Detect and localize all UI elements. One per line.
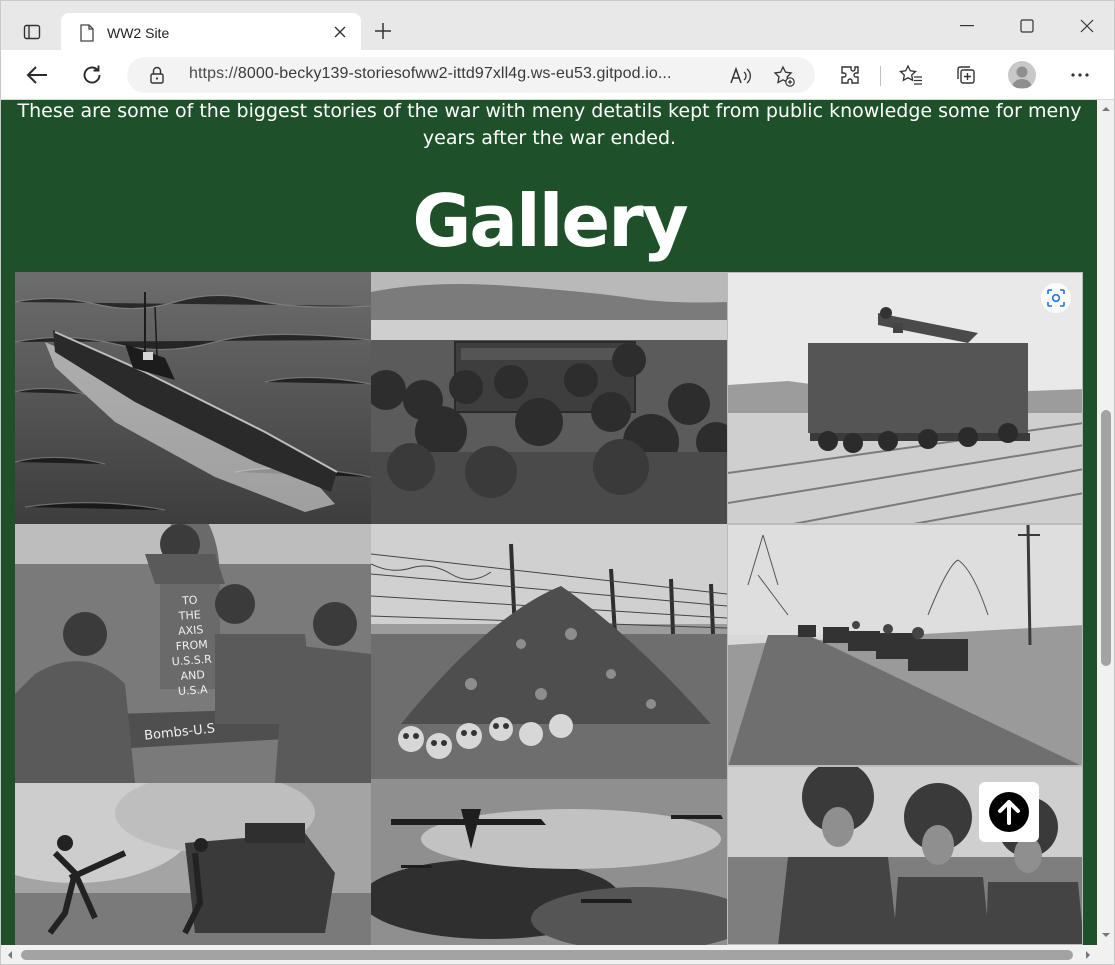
- scroll-up-arrow-icon[interactable]: [1101, 104, 1111, 114]
- extensions-icon[interactable]: [833, 58, 867, 92]
- toolbar-separator: [880, 66, 881, 86]
- tab-strip: WW2 Site: [0, 0, 1115, 52]
- horizontal-scroll-thumb[interactable]: [21, 950, 1073, 960]
- more-menu-icon[interactable]: [1063, 58, 1097, 92]
- visual-search-icon[interactable]: [1041, 283, 1071, 313]
- read-aloud-icon[interactable]: [729, 65, 751, 87]
- svg-text:U.S.A: U.S.A: [178, 683, 209, 698]
- svg-text:TO: TO: [181, 593, 199, 607]
- vertical-scrollbar[interactable]: [1097, 100, 1115, 945]
- url-text[interactable]: https://8000-becky139-storiesofww2-ittd9…: [189, 65, 717, 83]
- browser-tab[interactable]: WW2 Site: [61, 13, 361, 52]
- svg-text:AXIS: AXIS: [178, 623, 204, 638]
- svg-text:FROM: FROM: [175, 638, 208, 653]
- maximize-button[interactable]: [1007, 9, 1047, 43]
- railway-gun-photo[interactable]: [727, 272, 1083, 524]
- favorites-icon[interactable]: [894, 58, 928, 92]
- browser-toolbar: https://8000-becky139-storiesofww2-ittd9…: [0, 50, 1115, 100]
- page-icon: [80, 23, 94, 42]
- tank-column-photo[interactable]: [727, 524, 1083, 766]
- back-button[interactable]: [20, 58, 54, 92]
- add-favorite-icon[interactable]: [773, 65, 795, 87]
- soldiers-with-bombs-photo[interactable]: TO THE AXIS FROM U.S.S.R AND U.S.A Bombs…: [15, 524, 371, 783]
- tab-actions-icon[interactable]: [15, 17, 49, 47]
- tab-title: WW2 Site: [107, 24, 170, 41]
- scroll-down-arrow-icon[interactable]: [1101, 930, 1111, 940]
- profile-avatar[interactable]: [1008, 61, 1036, 89]
- horizontal-scrollbar[interactable]: [0, 945, 1115, 965]
- new-tab-button[interactable]: [369, 17, 397, 45]
- minimize-button[interactable]: [947, 9, 987, 43]
- lock-icon[interactable]: [149, 66, 165, 88]
- scroll-to-top-button[interactable]: [979, 782, 1039, 842]
- collections-icon[interactable]: [949, 58, 983, 92]
- gallery-heading: Gallery: [412, 179, 688, 263]
- soldiers-tank-smoke-photo[interactable]: [15, 783, 371, 945]
- address-bar[interactable]: https://8000-becky139-storiesofww2-ittd9…: [127, 57, 815, 93]
- refresh-button[interactable]: [75, 58, 109, 92]
- close-window-button[interactable]: [1067, 9, 1107, 43]
- landing-craft-photo[interactable]: [371, 272, 727, 524]
- scroll-left-arrow-icon[interactable]: [5, 950, 15, 960]
- svg-text:AND: AND: [180, 668, 205, 683]
- vertical-scroll-thumb[interactable]: [1101, 410, 1111, 666]
- bombers-photo[interactable]: [371, 779, 727, 945]
- page-viewport: These are some of the biggest stories of…: [0, 100, 1097, 945]
- intro-paragraph: These are some of the biggest stories of…: [17, 100, 1082, 149]
- arrow-up-icon: [989, 792, 1029, 832]
- barbed-wire-skulls-photo[interactable]: [371, 524, 727, 779]
- scroll-right-arrow-icon[interactable]: [1083, 950, 1093, 960]
- svg-text:THE: THE: [177, 608, 201, 623]
- submarine-photo[interactable]: [15, 272, 371, 524]
- close-tab-icon[interactable]: [331, 23, 349, 41]
